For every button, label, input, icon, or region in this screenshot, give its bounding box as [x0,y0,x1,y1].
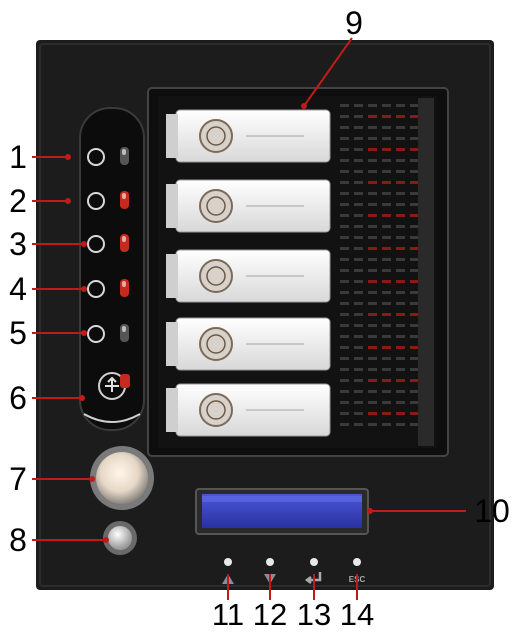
callout-dot-6 [79,395,85,401]
drive-tray-1[interactable] [166,109,331,163]
callout-label-2: 2 [9,183,27,219]
drive-trays [166,109,331,437]
callout-dot-1 [65,154,71,160]
callout-label-11: 11 [212,597,244,628]
callout-dot-2 [65,198,71,204]
tray-lock-icon [199,327,233,361]
power-button[interactable] [90,446,154,510]
callout-label-7: 7 [9,461,27,497]
callout-dot-5 [81,330,87,336]
drive-tray-3[interactable] [166,249,331,303]
callout-dot-9 [301,103,307,109]
callout-dot-10 [367,508,373,514]
callout-label-12: 12 [253,597,287,628]
tray-lock-icon [199,189,233,223]
drive-tray-5[interactable] [166,383,331,437]
tray-lock-icon [199,119,233,153]
callout-label-4: 4 [9,271,27,307]
callout-dot-7 [89,476,95,482]
callout-label-8: 8 [9,522,27,558]
callout-dot-8 [103,537,109,543]
tray-lock-icon [199,259,233,293]
callout-label-14: 14 [340,597,374,628]
drive-tray-2[interactable] [166,179,331,233]
nas-front-panel-diagram: ESC 1234567891011121314 [9,5,510,632]
callout-label-6: 6 [9,380,27,416]
callout-label-13: 13 [297,597,331,628]
tray-lock-icon [199,393,233,427]
callout-label-1: 1 [9,139,27,175]
lcd-reflection [202,496,362,502]
callout-label-10: 10 [474,493,510,529]
drive-tray-4[interactable] [166,317,331,371]
callout-label-3: 3 [9,226,27,262]
callout-dot-3 [81,241,87,247]
callout-dot-4 [81,286,87,292]
callout-label-9: 9 [345,5,363,41]
callout-label-5: 5 [9,315,27,351]
